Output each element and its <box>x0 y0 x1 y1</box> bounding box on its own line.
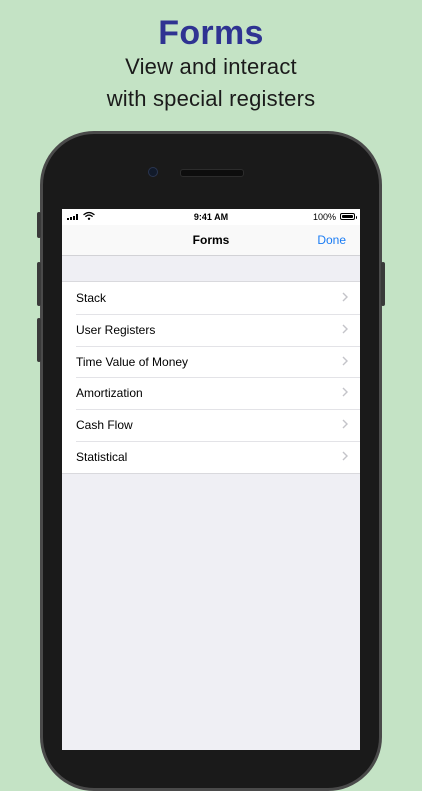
navigation-bar: Forms Done <box>62 225 360 256</box>
volume-down-button <box>37 318 41 362</box>
list-item-user-registers[interactable]: User Registers <box>62 313 360 346</box>
list-item-label: Statistical <box>76 449 128 464</box>
list-item-label: Stack <box>76 291 107 305</box>
battery-percentage: 100% <box>312 212 336 222</box>
list-item-stack[interactable]: Stack <box>62 282 360 314</box>
chevron-right-icon <box>342 324 348 334</box>
chevron-right-icon <box>342 356 348 366</box>
list-item-label: Time Value of Money <box>76 354 189 369</box>
done-button[interactable]: Done <box>317 233 346 247</box>
battery-icon <box>340 213 357 220</box>
power-button <box>381 262 385 306</box>
chevron-right-icon <box>342 387 348 397</box>
front-camera <box>148 167 158 177</box>
earpiece-speaker <box>180 169 244 177</box>
list-item-label: User Registers <box>76 322 156 337</box>
promo-subline-1: View and interact <box>125 54 297 79</box>
list-item-cash-flow[interactable]: Cash Flow <box>62 409 360 441</box>
list-item-amortization[interactable]: Amortization <box>62 377 360 409</box>
status-bar: 9:41 AM 100% <box>62 209 360 225</box>
list-item-time-value-of-money[interactable]: Time Value of Money <box>62 345 360 378</box>
forms-list: Stack User Registers Time Value of Money… <box>62 281 360 474</box>
list-item-label: Cash Flow <box>76 418 133 433</box>
promo-headline: Forms <box>158 14 264 52</box>
list-item-statistical[interactable]: Statistical <box>62 440 360 473</box>
chevron-right-icon <box>342 419 348 429</box>
promo-subline-2: with special registers <box>106 86 316 111</box>
mute-switch <box>37 212 41 238</box>
chevron-right-icon <box>342 292 348 302</box>
phone-screen: 9:41 AM 100% Forms Done Stack User Regis… <box>62 209 360 750</box>
list-item-label: Amortization <box>76 386 143 401</box>
volume-up-button <box>37 262 41 306</box>
chevron-right-icon <box>342 451 348 461</box>
nav-title: Forms <box>192 233 230 247</box>
